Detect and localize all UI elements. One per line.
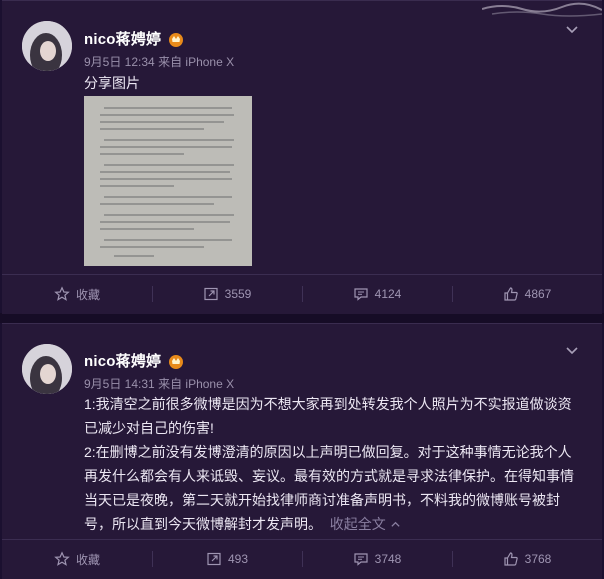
like-button[interactable]: 3768 [452,540,602,578]
post-card: nico蒋娉婷 9月5日 12:34 来自 iPhone X 分享图片 收藏 3… [2,0,602,314]
favorite-label: 收藏 [75,552,100,567]
action-bar: 收藏 3559 4124 4867 [2,274,602,313]
avatar[interactable] [22,344,72,394]
post-meta: 9月5日 14:31 来自 iPhone X [84,375,234,392]
repost-count: 3559 [224,287,252,301]
like-button[interactable]: 4867 [452,275,602,313]
repost-count: 493 [227,552,249,566]
author-name[interactable]: nico蒋娉婷 [84,350,161,371]
post-time[interactable]: 9月5日 14:31 [84,377,155,391]
repost-button[interactable]: 3559 [152,275,302,313]
post-paragraph: 1:我清空之前很多微博是因为不想大家再到处转发我个人照片为不实报道做谈资已减少对… [84,396,572,436]
favorite-button[interactable]: 收藏 [2,540,152,578]
favorite-button[interactable]: 收藏 [2,275,152,313]
post-text: 分享图片 [84,75,140,91]
like-count: 3768 [524,552,552,566]
repost-icon [207,552,221,566]
vip-crown-icon[interactable] [167,353,185,369]
feed-gap [0,313,604,323]
chevron-down-icon[interactable] [564,21,580,37]
cloud-decoration-icon [482,2,602,17]
post-image[interactable] [84,96,252,266]
like-icon [504,287,518,301]
post-source: 来自 iPhone X [158,55,235,69]
comment-icon [354,553,368,566]
post-card: nico蒋娉婷 9月5日 14:31 来自 iPhone X 1:我清空之前很多… [2,323,602,579]
post-meta: 9月5日 12:34 来自 iPhone X [84,53,234,70]
comment-count: 3748 [374,552,402,566]
collapse-link[interactable]: 收起全文 [330,516,401,532]
avatar[interactable] [22,21,72,71]
post-paragraph: 2:在删博之前没有发博澄清的原因以上声明已做回复。对于这种事情无论我个人再发什么… [84,444,574,532]
action-bar: 收藏 493 3748 3768 [2,539,602,578]
chevron-down-icon[interactable] [564,342,580,358]
like-count: 4867 [524,287,552,301]
favorite-label: 收藏 [75,287,100,302]
repost-icon [204,287,218,301]
author-name[interactable]: nico蒋娉婷 [84,28,161,49]
star-icon [54,286,70,301]
comment-count: 4124 [374,287,402,301]
comment-button[interactable]: 4124 [302,275,452,313]
comment-icon [354,288,368,301]
comment-button[interactable]: 3748 [302,540,452,578]
like-icon [504,552,518,566]
star-icon [54,551,70,566]
post-source: 来自 iPhone X [158,377,235,391]
post-time[interactable]: 9月5日 12:34 [84,55,155,69]
post-text: 1:我清空之前很多微博是因为不想大家再到处转发我个人照片为不实报道做谈资已减少对… [84,392,584,536]
chevron-up-icon [391,521,400,527]
vip-crown-icon[interactable] [167,31,185,47]
repost-button[interactable]: 493 [152,540,302,578]
